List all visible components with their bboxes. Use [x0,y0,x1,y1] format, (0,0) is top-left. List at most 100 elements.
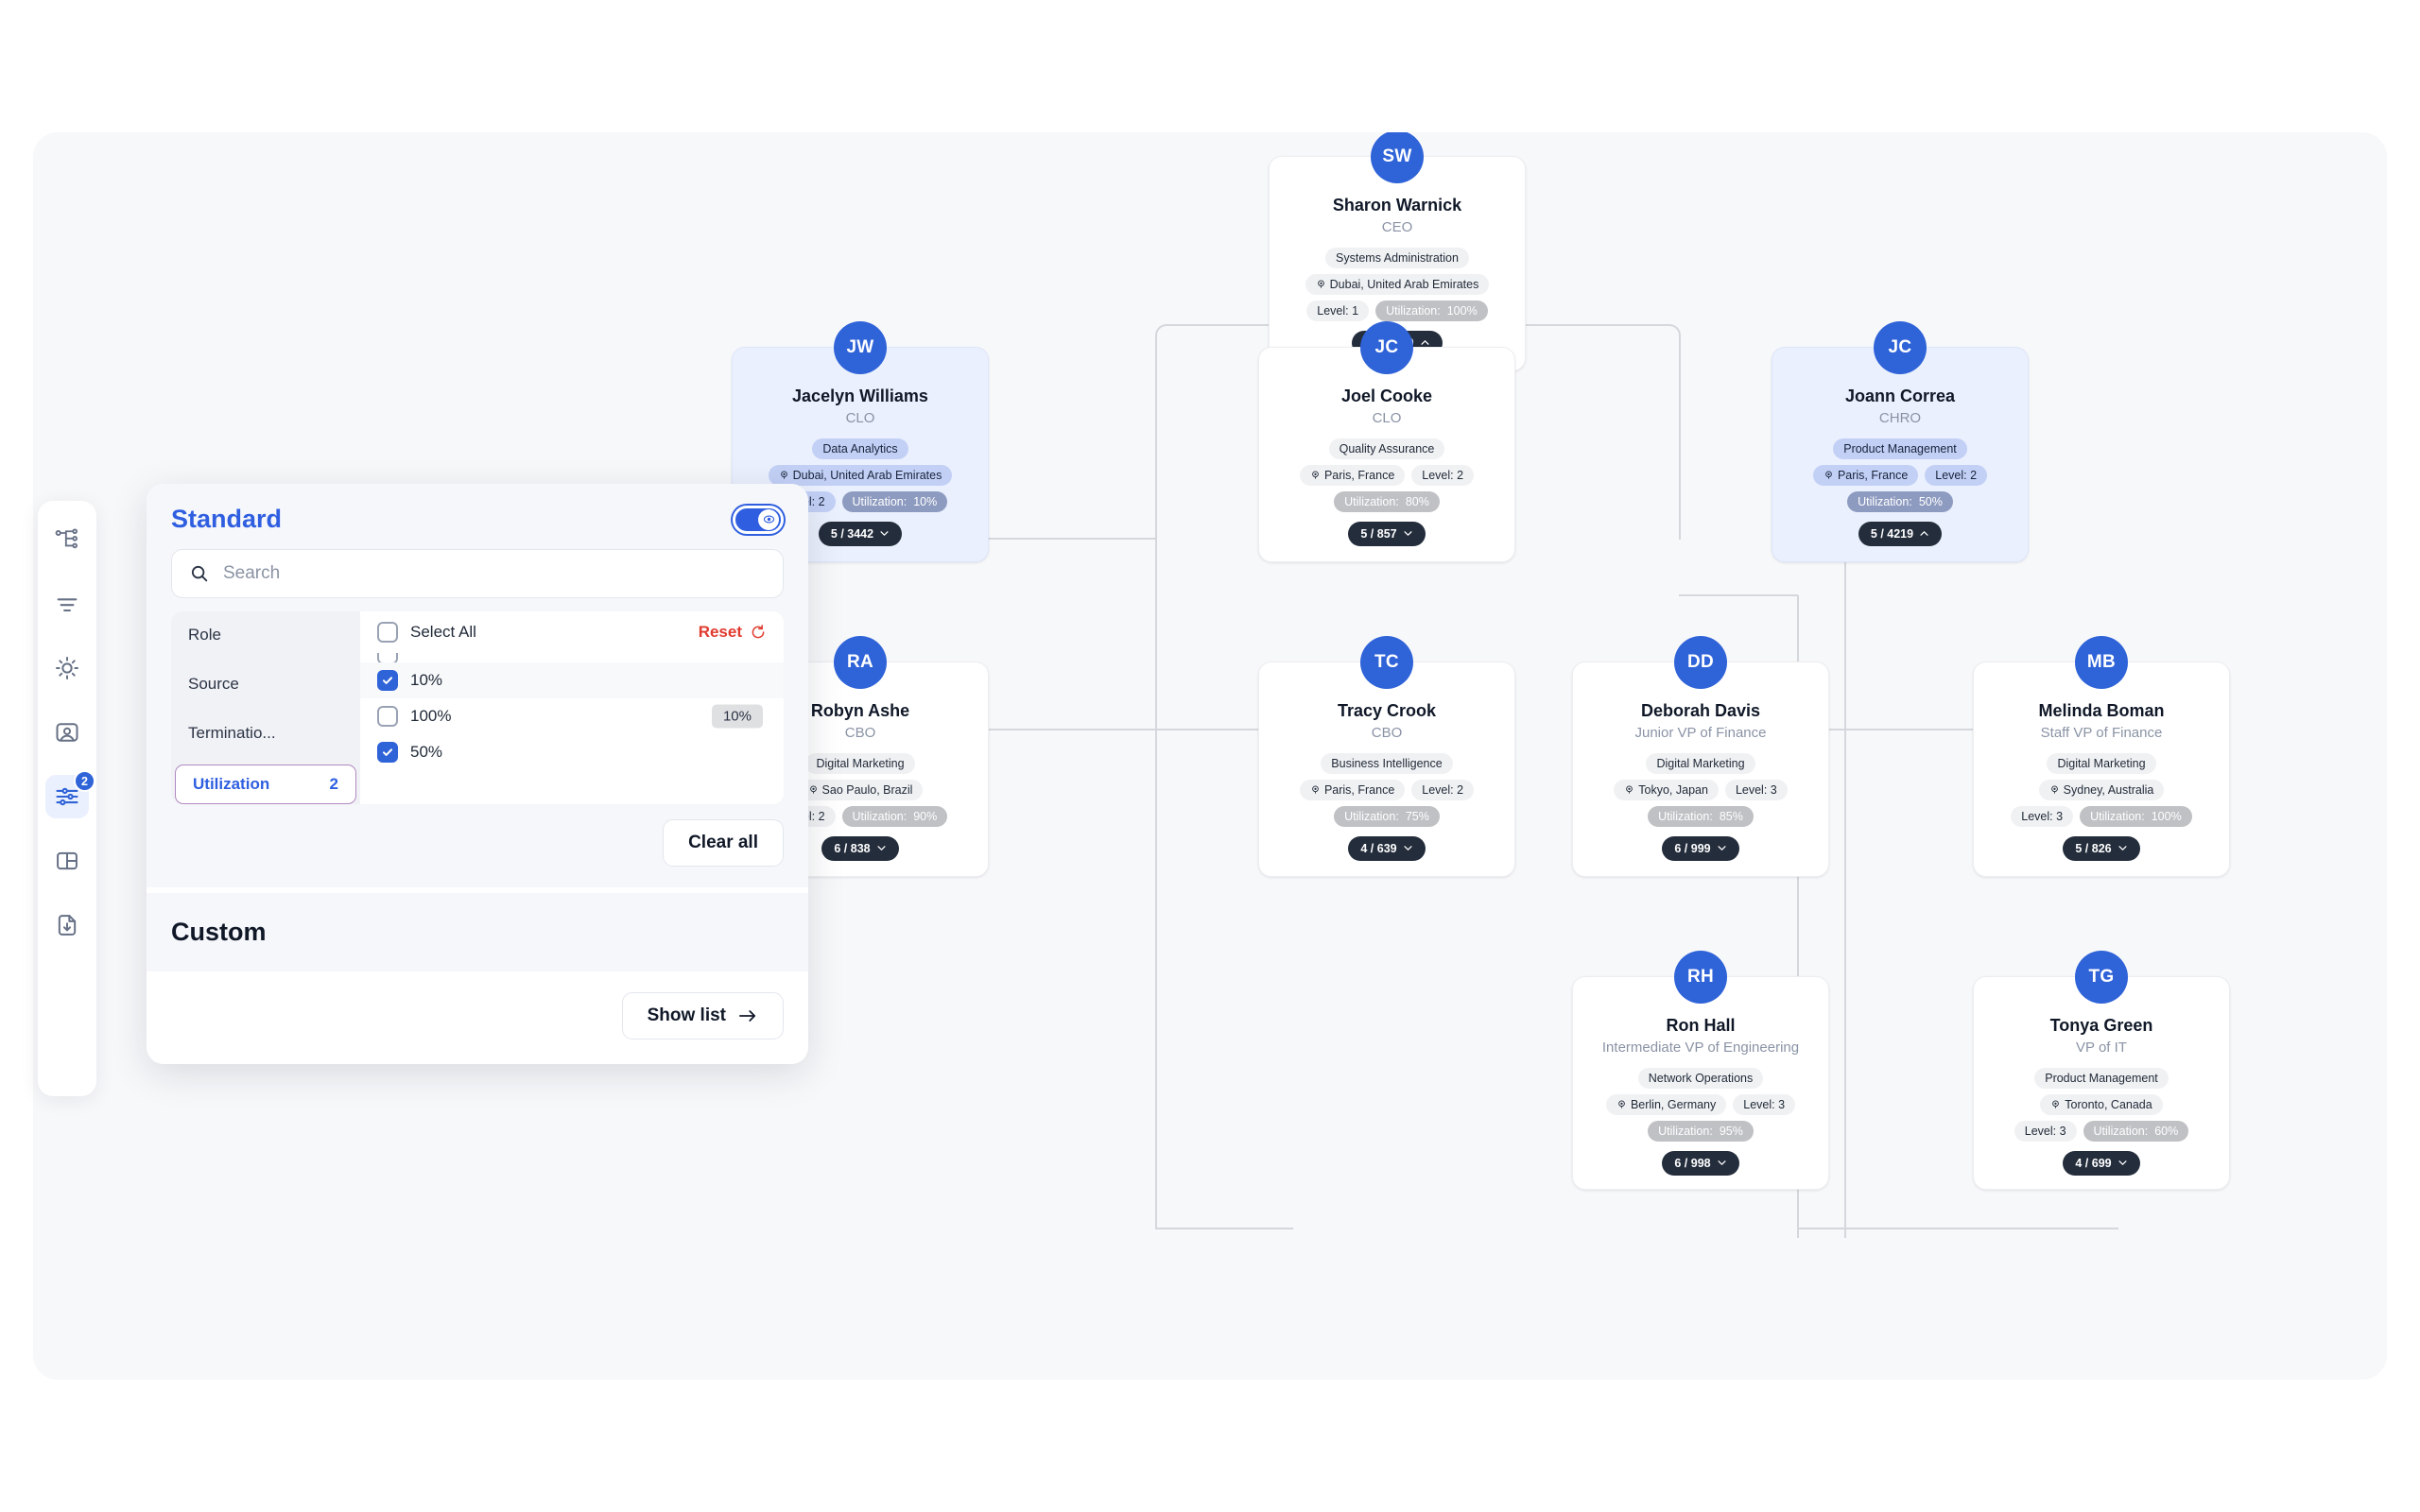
children-count-button[interactable]: 4 / 639 [1348,835,1426,861]
filter-category-source[interactable]: Source [171,666,360,702]
department-chip: Digital Marketing [2047,752,2156,774]
reset-icon [752,625,765,639]
utilization-value: 75% [1405,809,1429,823]
filter-option-50[interactable]: 50% [360,734,784,770]
search-placeholder: Search [223,563,281,583]
show-list-button[interactable]: Show list [621,992,784,1040]
level-chip: Level: 1 [1306,300,1370,321]
standard-filters-section: Standard Search Role Source Terminatio..… [147,484,808,887]
org-node-tracy[interactable]: TC Tracy Crook CBO Business Intelligence… [1258,636,1515,877]
filter-category-role[interactable]: Role [171,617,360,653]
sidebar-item-layout[interactable] [45,839,89,883]
download-file-icon [58,915,77,936]
sidebar-item-sort[interactable] [45,582,89,626]
node-chips: Product Management Paris, France Level: … [1784,438,2016,512]
avatar: JC [1874,321,1927,374]
category-count: 2 [329,775,338,793]
category-label: Utilization [193,775,270,793]
node-name: Jacelyn Williams [792,387,928,405]
org-node-tonya[interactable]: TG Tonya Green VP of IT Product Manageme… [1973,951,2230,1190]
children-count-button[interactable]: 6 / 998 [1662,1150,1739,1176]
option-checkbox[interactable] [377,670,398,691]
location-pin-icon [780,471,787,479]
chevron-down-icon [2118,1160,2127,1166]
children-count-text: 5 / 3442 [830,526,874,541]
location-chip: Dubai, United Arab Emirates [768,464,953,486]
sidebar-item-profile[interactable] [45,711,89,754]
children-count-button[interactable]: 5 / 4219 [1858,521,1943,546]
avatar: TC [1360,636,1413,689]
location-chip: Paris, France [1299,779,1406,800]
node-title: Staff VP of Finance [2040,724,2163,741]
sidebar-item-filters[interactable]: 2 [45,770,95,818]
node-name: Deborah Davis [1640,701,1761,720]
custom-filters-section[interactable]: Custom [147,893,808,971]
children-count-button[interactable]: 6 / 999 [1662,835,1739,861]
children-count-text: 4 / 639 [1360,841,1397,855]
node-chips: Network Operations Berlin, Germany Level… [1584,1067,1817,1142]
filter-option-list[interactable]: Select All Reset 10% 100% 10% 50% [360,611,784,804]
standard-visibility-toggle[interactable] [733,505,784,534]
reset-button[interactable]: Reset [699,623,767,642]
utilization-value: 100% [2151,809,2182,823]
select-all-row[interactable]: Select All Reset [360,611,784,653]
avatar-initials: TC [1374,652,1399,672]
avatar-initials: JC [1374,337,1399,357]
sidebar-item-org-chart[interactable] [45,518,89,561]
children-count-button[interactable]: 6 / 838 [821,835,899,861]
avatar-initials: TG [2088,967,2115,987]
department-chip: Systems Administration [1325,247,1469,268]
location-chip: Paris, France [1812,464,1919,486]
partially-scrolled-row[interactable] [360,653,784,662]
org-node-deborah[interactable]: DD Deborah Davis Junior VP of Finance Di… [1572,636,1829,877]
clear-all-button[interactable]: Clear all [663,819,784,867]
chevron-down-icon [1718,1160,1726,1166]
partial-checkbox[interactable] [377,653,398,662]
arrow-right-icon [739,1010,756,1022]
avatar-initials: RA [846,652,874,672]
location-chip: Dubai, United Arab Emirates [1305,273,1490,295]
filter-category-termination[interactable]: Terminatio... [171,715,360,751]
node-title: Intermediate VP of Engineering [1601,1039,1800,1056]
search-input[interactable]: Search [171,549,784,598]
connector-to-tonya [1844,1228,2118,1229]
connector-left-trunk [1155,351,1157,1229]
department-chip: Digital Marketing [805,752,915,774]
children-count-button[interactable]: 5 / 857 [1348,521,1426,546]
utilization-value: 100% [1446,303,1478,318]
org-node-joann[interactable]: JC Joann Correa CHRO Product Management … [1772,321,2029,562]
avatar-initials: MB [2086,652,2117,672]
department-chip: Product Management [1833,438,1967,459]
org-node-joel[interactable]: JC Joel Cooke CLO Quality Assurance Pari… [1258,321,1515,562]
show-list-label: Show list [647,1005,726,1025]
filter-category-utilization[interactable]: Utilization 2 [175,765,356,804]
layout-panel-icon [57,851,78,870]
connector-to-robyn [989,729,1157,730]
filter-category-list: Role Source Terminatio... Utilization 2 [171,611,360,804]
children-count-button[interactable]: 4 / 699 [2063,1150,2140,1176]
children-count-text: 5 / 4219 [1870,526,1914,541]
filter-count-badge: 2 [74,770,95,792]
sidebar-item-theme[interactable] [45,646,89,690]
option-checkbox[interactable] [377,742,398,763]
node-chips: Digital Marketing Tokyo, Japan Level: 3 … [1584,752,1817,827]
avatar-initials: JC [1888,337,1912,357]
eye-glyph [763,515,774,524]
sidebar-item-export[interactable] [45,903,89,947]
select-all-checkbox[interactable] [377,622,398,643]
org-node-ron[interactable]: RH Ron Hall Intermediate VP of Engineeri… [1572,951,1829,1190]
chevron-down-icon [1718,846,1726,851]
utilization-value: 60% [2154,1124,2179,1138]
children-count-button[interactable]: 5 / 826 [2063,835,2140,861]
option-checkbox[interactable] [377,706,398,727]
filter-option-100[interactable]: 100% 10% [360,698,784,734]
children-count-button[interactable]: 5 / 3442 [818,521,903,546]
panel-footer: Show list [147,971,808,1064]
org-node-melinda[interactable]: MB Melinda Boman Staff VP of Finance Dig… [1973,636,2230,877]
location-chip: Sao Paulo, Brazil [797,779,924,800]
avatar: JW [834,321,887,374]
filter-option-10[interactable]: 10% [360,662,784,698]
avatar: MB [2075,636,2128,689]
utilization-chip: Utilization: 80% [1334,490,1440,512]
node-title: Junior VP of Finance [1634,724,1767,741]
